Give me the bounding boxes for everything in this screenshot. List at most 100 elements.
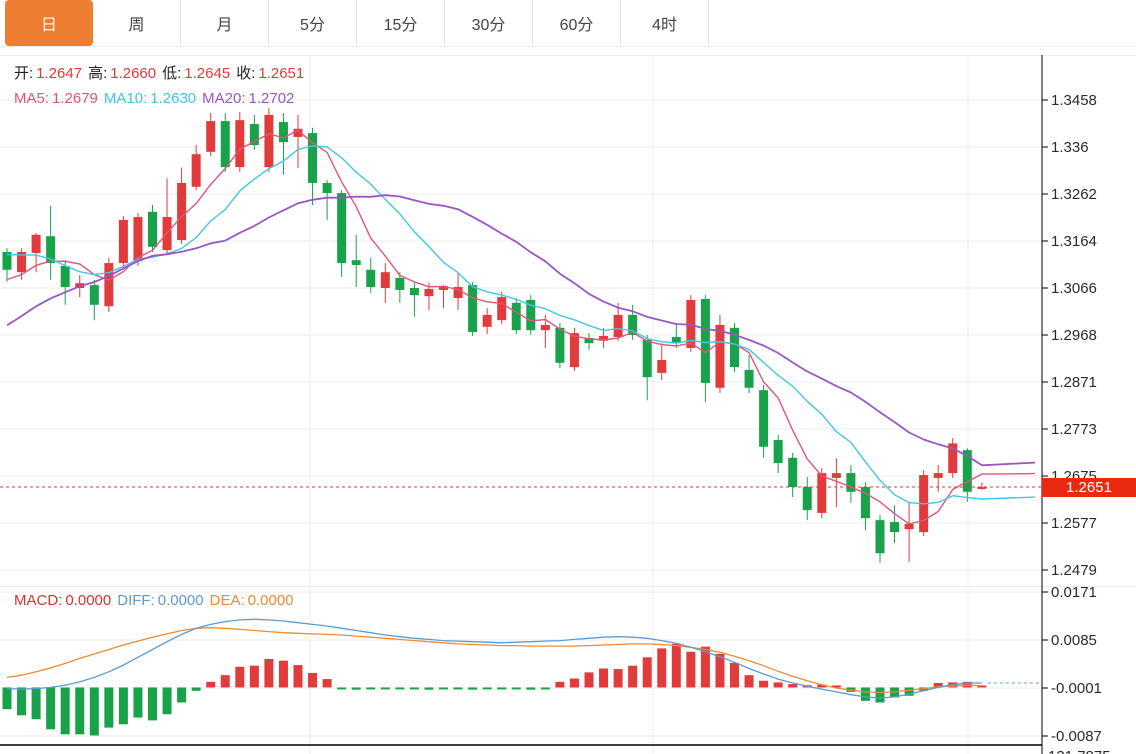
price-axis-label: 1.3066 bbox=[1051, 280, 1097, 297]
candle-body bbox=[541, 325, 550, 330]
candle-body bbox=[468, 285, 477, 332]
legend-value: 1.2630 bbox=[150, 90, 196, 107]
macd-hist-bar bbox=[337, 687, 346, 689]
ma5-line bbox=[7, 130, 1035, 524]
macd-hist-bar bbox=[483, 687, 492, 689]
candle-body bbox=[61, 266, 70, 287]
macd-hist-bar bbox=[104, 687, 113, 727]
legend-value: 1.2679 bbox=[52, 90, 98, 107]
legend-item: DIFF:0.0000 bbox=[117, 592, 206, 609]
legend-item: 开:1.2647 bbox=[14, 65, 85, 82]
tab-4时[interactable]: 4时 bbox=[621, 0, 709, 46]
dea-line bbox=[7, 628, 982, 693]
price-axis-label: 1.2968 bbox=[1051, 327, 1097, 344]
candle-body bbox=[483, 315, 492, 327]
tab-60分[interactable]: 60分 bbox=[533, 0, 621, 46]
macd-hist-bar bbox=[657, 648, 666, 687]
macd-axis-label: 0.0085 bbox=[1051, 632, 1097, 649]
price-axis-label: 1.3458 bbox=[1051, 92, 1097, 109]
timeframe-tabbar: 日周月5分15分30分60分4时 bbox=[0, 0, 1136, 47]
candle-body bbox=[715, 325, 724, 388]
legend-item: MA10:1.2630 bbox=[104, 90, 199, 107]
macd-hist-bar bbox=[352, 687, 361, 689]
candle-body bbox=[148, 212, 157, 247]
candle-body bbox=[788, 458, 797, 487]
legend-label: MA10: bbox=[104, 90, 147, 107]
macd-hist-bar bbox=[46, 687, 55, 729]
tab-周[interactable]: 周 bbox=[93, 0, 181, 46]
candle-body bbox=[206, 121, 215, 152]
legend-label: 收: bbox=[236, 65, 255, 82]
price-axis-label: 1.2479 bbox=[1051, 562, 1097, 579]
legend-item: MA5:1.2679 bbox=[14, 90, 101, 107]
macd-hist-bar bbox=[759, 681, 768, 688]
candle-body bbox=[32, 235, 41, 253]
macd-panel-chart[interactable]: 0.01710.0085-0.0001-0.0087 bbox=[0, 586, 1136, 754]
tab-30分[interactable]: 30分 bbox=[445, 0, 533, 46]
macd-hist-bar bbox=[454, 687, 463, 689]
candle-body bbox=[381, 272, 390, 288]
macd-hist-bar bbox=[686, 652, 695, 688]
candle-body bbox=[104, 263, 113, 306]
macd-hist-bar bbox=[264, 659, 273, 687]
ma-legend: MA5:1.2679MA10:1.2630MA20:1.2702 bbox=[14, 90, 300, 107]
macd-hist-bar bbox=[163, 687, 172, 714]
macd-hist-bar bbox=[730, 663, 739, 688]
macd-hist-bar bbox=[628, 666, 637, 688]
macd-hist-bar bbox=[381, 687, 390, 689]
macd-hist-bar bbox=[672, 644, 681, 688]
macd-hist-bar bbox=[192, 687, 201, 690]
macd-hist-bar bbox=[410, 687, 419, 689]
legend-label: 开: bbox=[14, 65, 33, 82]
ohlc-legend: 开:1.2647高:1.2660低:1.2645收:1.2651 bbox=[14, 62, 310, 83]
legend-item: MA20:1.2702 bbox=[202, 90, 297, 107]
macd-hist-bar bbox=[555, 682, 564, 688]
candle-body bbox=[890, 522, 899, 532]
macd-hist-bar bbox=[570, 679, 579, 688]
macd-hist-bar bbox=[75, 687, 84, 734]
macd-hist-bar bbox=[206, 682, 215, 688]
price-axis-label: 1.3262 bbox=[1051, 186, 1097, 203]
candle-body bbox=[643, 340, 652, 377]
macd-axis-label: 0.0171 bbox=[1051, 586, 1097, 601]
macd-hist-bar bbox=[3, 687, 12, 709]
macd-hist-bar bbox=[526, 687, 535, 689]
macd-hist-bar bbox=[774, 682, 783, 687]
macd-hist-bar bbox=[512, 687, 521, 689]
candle-body bbox=[264, 115, 273, 167]
macd-hist-bar bbox=[221, 675, 230, 687]
candle-body bbox=[221, 121, 230, 167]
legend-value: 1.2702 bbox=[249, 90, 295, 107]
candle-body bbox=[177, 183, 186, 240]
candle-body bbox=[424, 289, 433, 296]
candle-body bbox=[803, 487, 812, 510]
candle-body bbox=[119, 220, 128, 263]
macd-hist-bar bbox=[366, 687, 375, 689]
candle-body bbox=[323, 183, 332, 193]
macd-hist-bar bbox=[599, 668, 608, 687]
tab-月[interactable]: 月 bbox=[181, 0, 269, 46]
tab-日[interactable]: 日 bbox=[5, 0, 93, 46]
candle-body bbox=[555, 328, 564, 363]
candle-body bbox=[192, 154, 201, 187]
main-candlestick-chart[interactable]: 1.34581.3361.32621.31641.30661.29681.287… bbox=[0, 55, 1136, 586]
candle-body bbox=[410, 288, 419, 295]
macd-hist-bar bbox=[32, 687, 41, 719]
macd-hist-bar bbox=[541, 687, 550, 689]
macd-hist-bar bbox=[876, 687, 885, 702]
macd-axis-label: -0.0001 bbox=[1051, 680, 1102, 697]
tab-5分[interactable]: 5分 bbox=[269, 0, 357, 46]
legend-value: 0.0000 bbox=[65, 592, 111, 609]
macd-hist-bar bbox=[497, 687, 506, 689]
legend-item: DEA:0.0000 bbox=[210, 592, 297, 609]
candle-body bbox=[352, 260, 361, 265]
tab-15分[interactable]: 15分 bbox=[357, 0, 445, 46]
macd-hist-bar bbox=[133, 687, 142, 717]
candle-body bbox=[366, 270, 375, 287]
legend-item: 低:1.2645 bbox=[162, 65, 233, 82]
macd-hist-bar bbox=[788, 684, 797, 687]
candle-body bbox=[759, 390, 768, 447]
candle-body bbox=[90, 285, 99, 305]
legend-label: DEA: bbox=[210, 592, 245, 609]
macd-hist-bar bbox=[424, 687, 433, 689]
